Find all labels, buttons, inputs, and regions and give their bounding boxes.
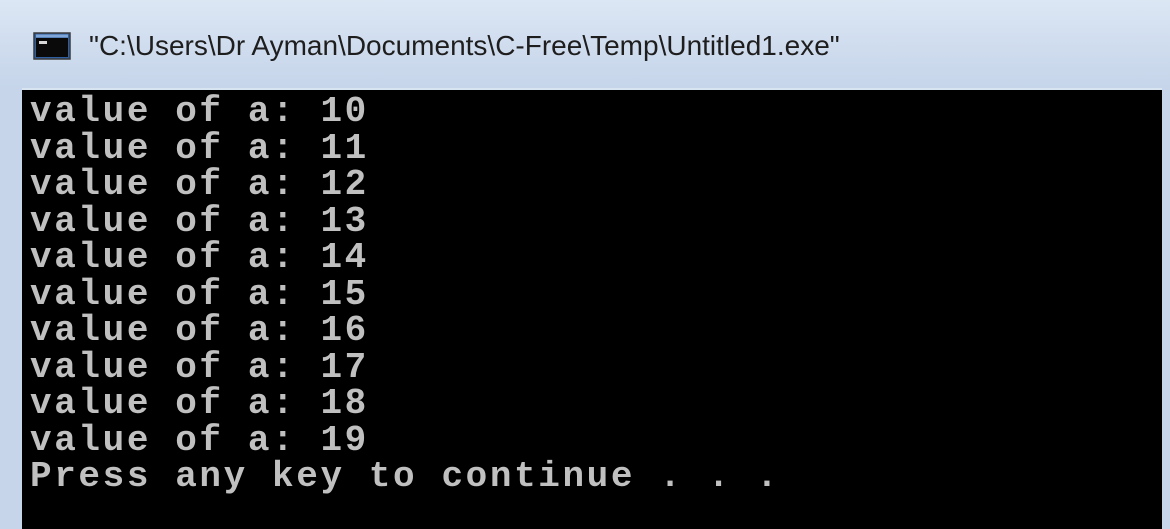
console-line: value of a: 13 [30,200,369,242]
console-line: value of a: 14 [30,237,369,278]
console-line: value of a: 15 [30,273,369,315]
console-line: value of a: 17 [30,346,369,388]
console-line: value of a: 19 [30,419,369,461]
console-app-icon[interactable] [33,32,71,60]
window-left-border [0,88,22,529]
console-line: value of a: 18 [30,383,369,424]
console-line: value of a: 12 [30,164,369,205]
window-right-border [1162,88,1170,529]
console-line: value of a: 10 [30,91,369,132]
console-line: value of a: 16 [30,310,369,351]
title-bar[interactable]: "C:\Users\Dr Ayman\Documents\C-Free\Temp… [0,0,1170,88]
console-line: value of a: 11 [30,127,369,169]
console-output-area[interactable]: value of a: 10 value of a: 11 value of a… [22,90,1162,529]
console-prompt-line: Press any key to continue . . . [30,456,781,497]
window-title: "C:\Users\Dr Ayman\Documents\C-Free\Temp… [89,30,840,61]
console-lines: value of a: 10 value of a: 11 value of a… [30,91,781,497]
console-window: "C:\Users\Dr Ayman\Documents\C-Free\Temp… [0,0,1170,529]
